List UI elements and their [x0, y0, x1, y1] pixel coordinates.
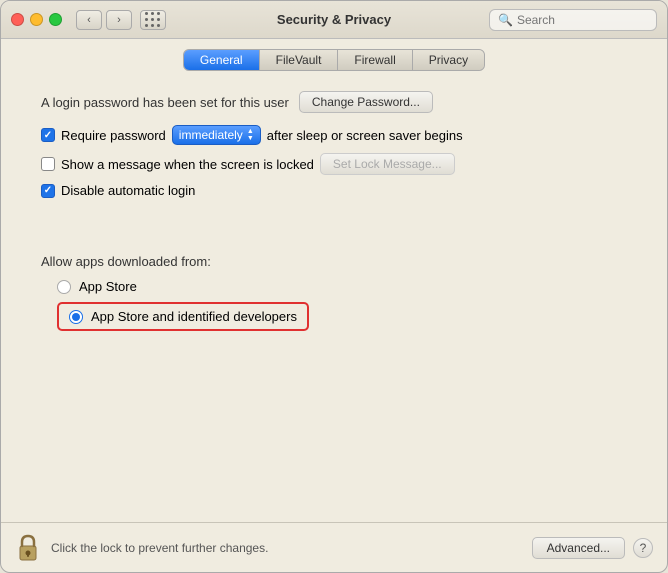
require-password-row: Require password immediately ▲ ▼ after s… [41, 125, 627, 145]
tab-privacy[interactable]: Privacy [413, 50, 484, 70]
tab-group: General FileVault Firewall Privacy [183, 49, 485, 71]
minimize-button[interactable] [30, 13, 43, 26]
tabbar: General FileVault Firewall Privacy [1, 39, 667, 79]
after-sleep-label: after sleep or screen saver begins [267, 128, 463, 143]
window-title: Security & Privacy [277, 12, 391, 27]
allow-apps-section: Allow apps downloaded from: App Store Ap… [41, 254, 627, 331]
show-message-label: Show a message when the screen is locked [61, 157, 314, 172]
set-lock-message-button[interactable]: Set Lock Message... [320, 153, 455, 175]
disable-autologin-checkbox[interactable] [41, 184, 55, 198]
app-store-identified-highlight[interactable]: App Store and identified developers [57, 302, 309, 331]
change-password-button[interactable]: Change Password... [299, 91, 433, 113]
require-password-checkbox[interactable] [41, 128, 55, 142]
app-store-label: App Store [79, 279, 137, 294]
lock-icon[interactable] [15, 532, 41, 564]
disable-autologin-label: Disable automatic login [61, 183, 195, 198]
dropdown-value: immediately [179, 128, 243, 142]
show-message-checkbox[interactable] [41, 157, 55, 171]
help-button[interactable]: ? [633, 538, 653, 558]
titlebar: ‹ › Security & Privacy 🔍 [1, 1, 667, 39]
disable-autologin-row: Disable automatic login [41, 183, 627, 198]
grid-button[interactable] [140, 10, 166, 30]
content-area: A login password has been set for this u… [1, 79, 667, 522]
app-store-identified-radio[interactable] [69, 310, 83, 324]
app-store-radio-row: App Store [57, 279, 627, 294]
window: ‹ › Security & Privacy 🔍 General FileVau… [0, 0, 668, 573]
show-message-row: Show a message when the screen is locked… [41, 153, 627, 175]
password-timing-dropdown[interactable]: immediately ▲ ▼ [172, 125, 261, 145]
app-store-identified-radio-row: App Store and identified developers [57, 302, 627, 331]
maximize-button[interactable] [49, 13, 62, 26]
back-button[interactable]: ‹ [76, 10, 102, 30]
advanced-button[interactable]: Advanced... [532, 537, 625, 559]
app-store-radio[interactable] [57, 280, 71, 294]
traffic-lights [11, 13, 62, 26]
search-box[interactable]: 🔍 [489, 9, 657, 31]
password-section: A login password has been set for this u… [41, 91, 627, 113]
forward-button[interactable]: › [106, 10, 132, 30]
bottombar: Click the lock to prevent further change… [1, 522, 667, 572]
search-icon: 🔍 [498, 13, 513, 27]
close-button[interactable] [11, 13, 24, 26]
lock-text: Click the lock to prevent further change… [51, 541, 532, 555]
search-input[interactable] [517, 13, 648, 27]
tab-firewall[interactable]: Firewall [338, 50, 412, 70]
dropdown-arrows-icon: ▲ ▼ [247, 128, 254, 142]
allow-apps-label: Allow apps downloaded from: [41, 254, 627, 269]
nav-buttons: ‹ › [76, 10, 132, 30]
app-store-identified-label: App Store and identified developers [91, 309, 297, 324]
tab-general[interactable]: General [184, 50, 260, 70]
password-set-label: A login password has been set for this u… [41, 95, 289, 110]
require-password-label: Require password [61, 128, 166, 143]
tab-filevault[interactable]: FileVault [260, 50, 339, 70]
